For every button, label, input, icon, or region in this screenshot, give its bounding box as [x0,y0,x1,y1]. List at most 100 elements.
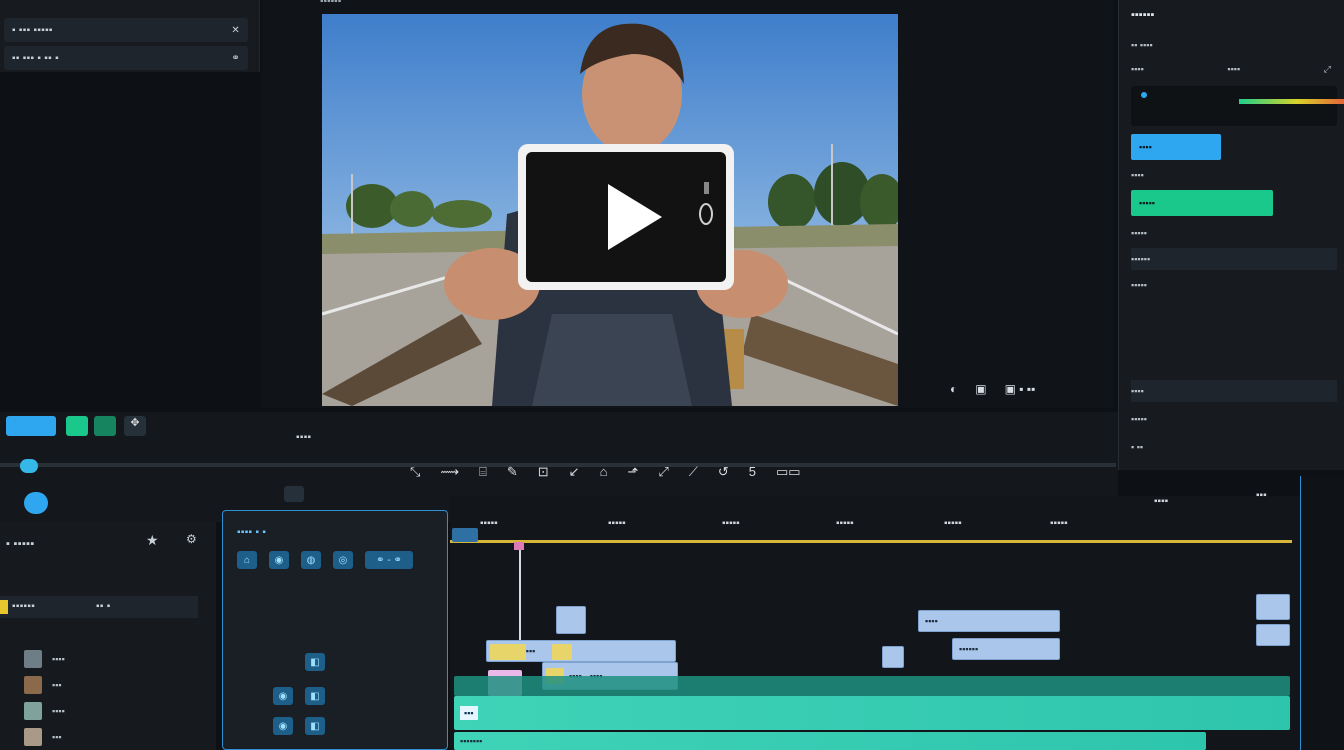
audio-monitor-icon[interactable]: ◐ [950,382,957,396]
clip[interactable] [1256,594,1290,620]
link-tracks-icon[interactable]: ⚭ - ⚭ [365,551,413,569]
inspector-field-2[interactable]: ▪ ▪▪ [1131,436,1337,458]
settings-icon[interactable]: ⚙ [186,532,197,546]
undo-icon[interactable]: ↺ [718,464,729,480]
lock-icon[interactable]: ⌂ [237,551,257,569]
project-row-2[interactable]: ▪▪ ▪▪▪ ▪ ▪▪ ▪ ⚭ [4,46,248,70]
timeline-marker-chip[interactable] [452,528,478,542]
expand-icon[interactable]: ⤢ [1324,64,1331,75]
mute-icon[interactable]: ◎ [333,551,353,569]
clip[interactable] [882,646,904,668]
track-header-panel: ▪▪▪▪ ▪ ▪ ⌂ ◉ ◍ ◎ ⚭ - ⚭ ◧ ◉ ◧ ◉ ◧ [222,510,448,750]
select-tool-icon[interactable]: ⤡ [410,464,420,480]
eye-icon[interactable]: ◉ [269,551,289,569]
star-icon[interactable]: ★ [146,532,159,549]
media-selected-row[interactable]: ▪▪▪▪▪▪ ▪▪ ▪ [0,596,198,618]
project-panel: ▪ ▪▪▪ ▪▪▪▪▪ ✕ ▪▪ ▪▪▪ ▪ ▪▪ ▪ ⚭ [0,0,260,72]
track-a2-lock[interactable]: ◧ [305,717,325,735]
project-row-1[interactable]: ▪ ▪▪▪ ▪▪▪▪▪ ✕ [4,18,248,42]
ruler-label: ▪▪▪▪▪ [836,518,854,529]
level-meter-marker [1141,92,1147,98]
media-selected-label: ▪▪▪▪▪▪ [12,601,36,612]
inspector-row-1[interactable]: ▪▪▪▪ [1131,164,1337,186]
inspector-tab-1[interactable]: ▪▪▪▪ [1131,64,1144,74]
inspector-field-1[interactable]: ▪▪▪▪▪ [1131,408,1337,430]
audio-clip-2[interactable]: ▪▪▪▪▪▪▪ [454,732,1206,750]
mode-blue-button[interactable] [6,416,56,436]
media-thumbnail [24,676,42,694]
clip[interactable] [1256,624,1290,646]
main-video-clip[interactable]: ▪▪▪ [454,696,1290,730]
inspector-field-2-label: ▪ ▪▪ [1131,442,1144,452]
video-frame-image [322,14,898,406]
arrow-tool-icon[interactable]: ↙ [569,464,580,480]
link-icon[interactable]: ⚭ [231,53,240,64]
viewer-title: ▪▪▪▪▪▪ [320,0,342,7]
redo-icon[interactable]: 5 [749,464,756,480]
timeline-ruler[interactable] [450,540,1292,543]
track-a2-toggle[interactable]: ◉ [273,717,293,735]
inspector-tab-2[interactable]: ▪▪▪▪ [1227,64,1240,74]
level-meter [1131,86,1344,126]
project-row-2-label: ▪▪ ▪▪▪ ▪ ▪▪ ▪ [12,52,59,64]
zoom-tool-icon[interactable]: ⤢ [658,464,668,480]
inspector-green-button[interactable]: ▪▪▪▪▪ [1131,190,1273,216]
ripple-tool-icon[interactable]: ⟿ [440,464,459,480]
level-meter-bar [1239,99,1344,104]
close-icon[interactable]: ✕ [231,25,240,36]
record-button[interactable] [24,492,48,514]
layout-icon[interactable]: ▭▭ [776,464,801,480]
track-a1-lock[interactable]: ◧ [305,687,325,705]
mode-teal-button[interactable] [94,416,116,436]
track-v2-toggle[interactable]: ◧ [305,653,325,671]
crop-tool-icon[interactable]: ⊡ [538,464,549,480]
ruler-label: ▪▪▪ [1256,490,1267,501]
trim-tool-icon[interactable]: ⌸ [479,464,487,480]
clip-label-chip[interactable] [490,644,526,660]
media-row-tag: ▪▪ ▪ [96,601,111,612]
inspector-field-1-label: ▪▪▪▪▪ [1131,414,1147,424]
media-thumbnail [24,728,42,746]
media-panel: ▪ ▪▪▪▪▪ ★ ⚙ ▪▪▪▪▪▪ ▪▪ ▪ ▪▪▪▪ ▪▪▪ ▪▪▪▪ ▪▪… [0,522,216,750]
timeline-playhead-cap[interactable] [514,542,524,550]
media-item[interactable]: ▪▪▪▪ [24,700,200,722]
inspector-row-2[interactable]: ▪▪▪▪▪ [1131,222,1337,244]
loop-button[interactable] [284,486,304,502]
clip[interactable]: ▪▪▪▪ [918,610,1060,632]
edit-toolbar: ⤡ ⟿ ⌸ ✎ ⊡ ↙ ⌂ ⬏ ⤢ ⟋ ↺ 5 ▭▭ [410,464,801,480]
project-row-1-label: ▪ ▪▪▪ ▪▪▪▪▪ [12,24,53,36]
media-thumbnail [24,702,42,720]
inspector-blue-button[interactable]: ▪▪▪▪ [1131,134,1221,160]
scrubber-handle[interactable] [20,459,38,473]
selection-marker [0,600,8,614]
pen-tool-icon[interactable]: ✎ [507,464,518,480]
media-item[interactable]: ▪▪▪ [24,674,200,696]
mode-tool-button[interactable]: ✥ [124,416,146,436]
timeline-playhead[interactable] [519,542,521,640]
media-item[interactable]: ▪▪▪ [24,726,200,748]
hand-tool-icon[interactable]: ⬏ [627,464,638,480]
audio-clip[interactable] [454,676,1290,696]
timeline-scrollbar[interactable] [1300,476,1344,750]
clip[interactable]: ▪▪▪▪▪▪ [952,638,1060,660]
blade-tool-icon[interactable]: ⟋ [689,464,698,480]
clip-label-chip[interactable] [552,644,572,660]
inspector-subtitle: ▪▪ ▪▪▪▪ [1131,40,1153,50]
inspector-row-3[interactable]: ▪▪▪▪▪▪ [1131,248,1337,270]
clip[interactable] [556,606,586,634]
ruler-label: ▪▪▪▪ [1154,496,1169,507]
solo-icon[interactable]: ◍ [301,551,321,569]
track-header-title: ▪▪▪▪ ▪ ▪ [237,527,267,538]
video-preview[interactable] [322,14,898,406]
timecode: ▪▪▪▪ [296,432,312,443]
inspector-row-4[interactable]: ▪▪▪▪▪ [1131,274,1337,296]
media-item[interactable]: ▪▪▪▪ [24,648,200,670]
ruler-label: ▪▪▪▪▪ [608,518,626,529]
mode-green-button[interactable] [66,416,88,436]
inspector-title: ▪▪▪▪▪▪ [1131,9,1155,21]
track-a1-toggle[interactable]: ◉ [273,687,293,705]
viewer-options-icon[interactable]: ▣ ▪ ▪▪ [1005,382,1036,396]
ruler-label: ▪▪▪▪▪ [722,518,740,529]
marker-tool-icon[interactable]: ⌂ [600,464,608,480]
safe-area-icon[interactable]: ▣ [975,382,986,396]
